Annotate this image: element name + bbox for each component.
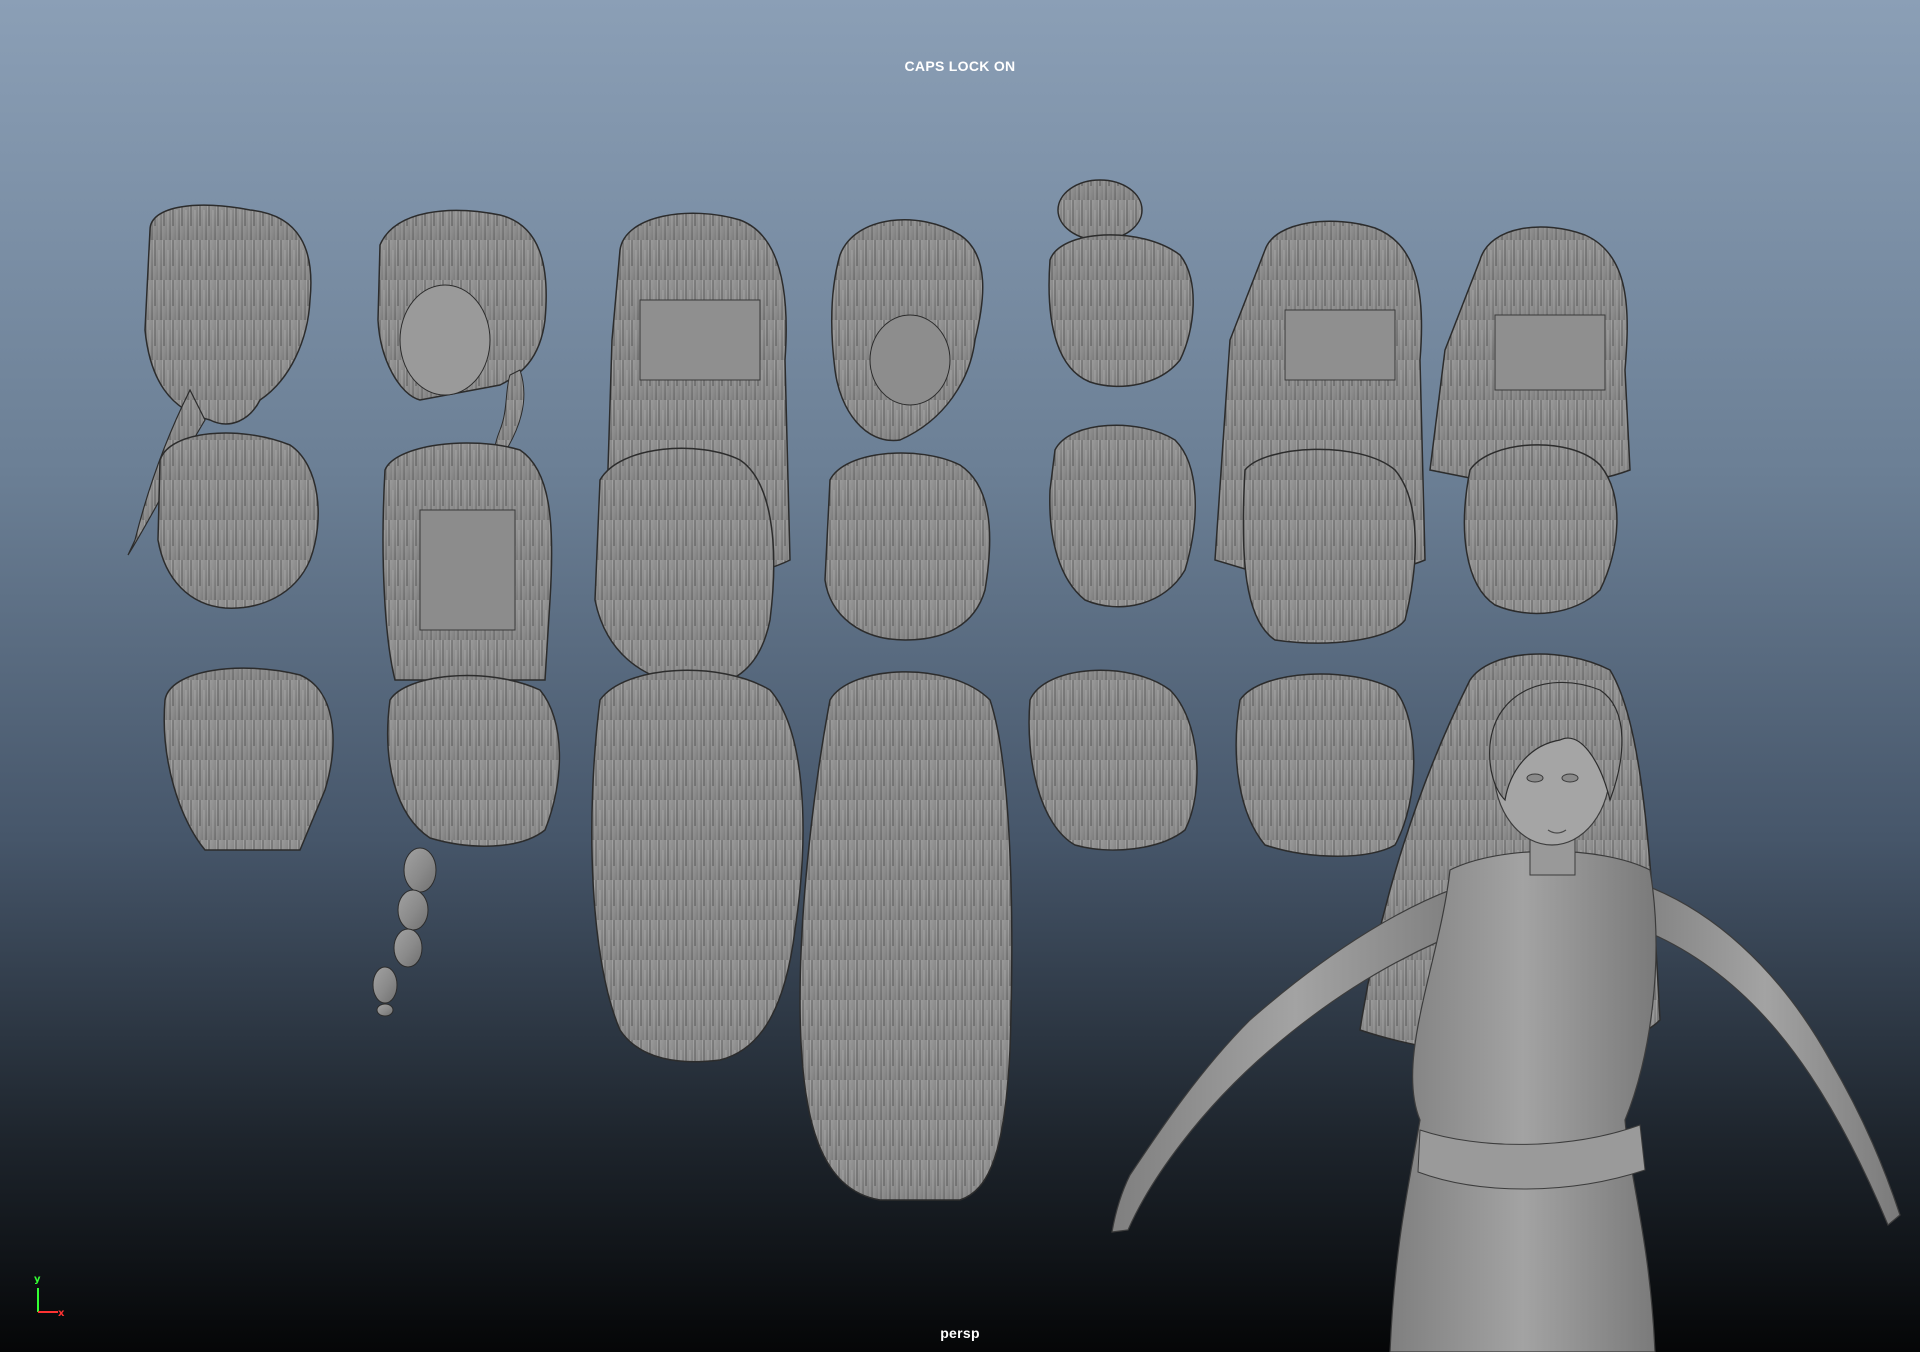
hair-mesh-bob-center-part[interactable] [824,452,991,641]
hair-mesh-braid-back[interactable] [372,674,561,1017]
scene-meshes[interactable] [0,0,1920,1352]
hair-mesh-very-long-straight[interactable] [799,671,1013,1201]
hair-mesh-messy-short[interactable] [831,219,984,442]
caps-lock-message: CAPS LOCK ON [904,58,1016,74]
character-mesh[interactable] [1111,653,1901,1352]
hair-mesh-curly-updo[interactable] [157,432,319,609]
hair-mesh-bun-back[interactable] [1049,424,1196,608]
hair-mesh-half-up-wavy[interactable] [594,447,775,687]
hair-mesh-fluffy-bob[interactable] [1463,444,1618,615]
hair-mesh-medium-straight[interactable] [382,442,553,681]
hair-mesh-long-wavy-volume[interactable] [591,669,804,1063]
hair-mesh-bob-bangs[interactable] [1028,669,1198,851]
perspective-viewport[interactable]: CAPS LOCK ON persp y x [0,0,1920,1352]
y-axis-label: y [34,1274,41,1285]
camera-name-label: persp [940,1325,980,1341]
hair-mesh-long-layered-back[interactable] [1242,448,1416,644]
x-axis-label: x [58,1308,65,1319]
hair-mesh-top-bun[interactable] [1048,179,1194,388]
hair-mesh-short-layered[interactable] [1235,673,1415,857]
hair-mesh-short-bob[interactable] [163,667,334,851]
hair-mesh-side-ponytail[interactable] [377,209,547,464]
axis-gizmo: y x [28,1274,68,1319]
